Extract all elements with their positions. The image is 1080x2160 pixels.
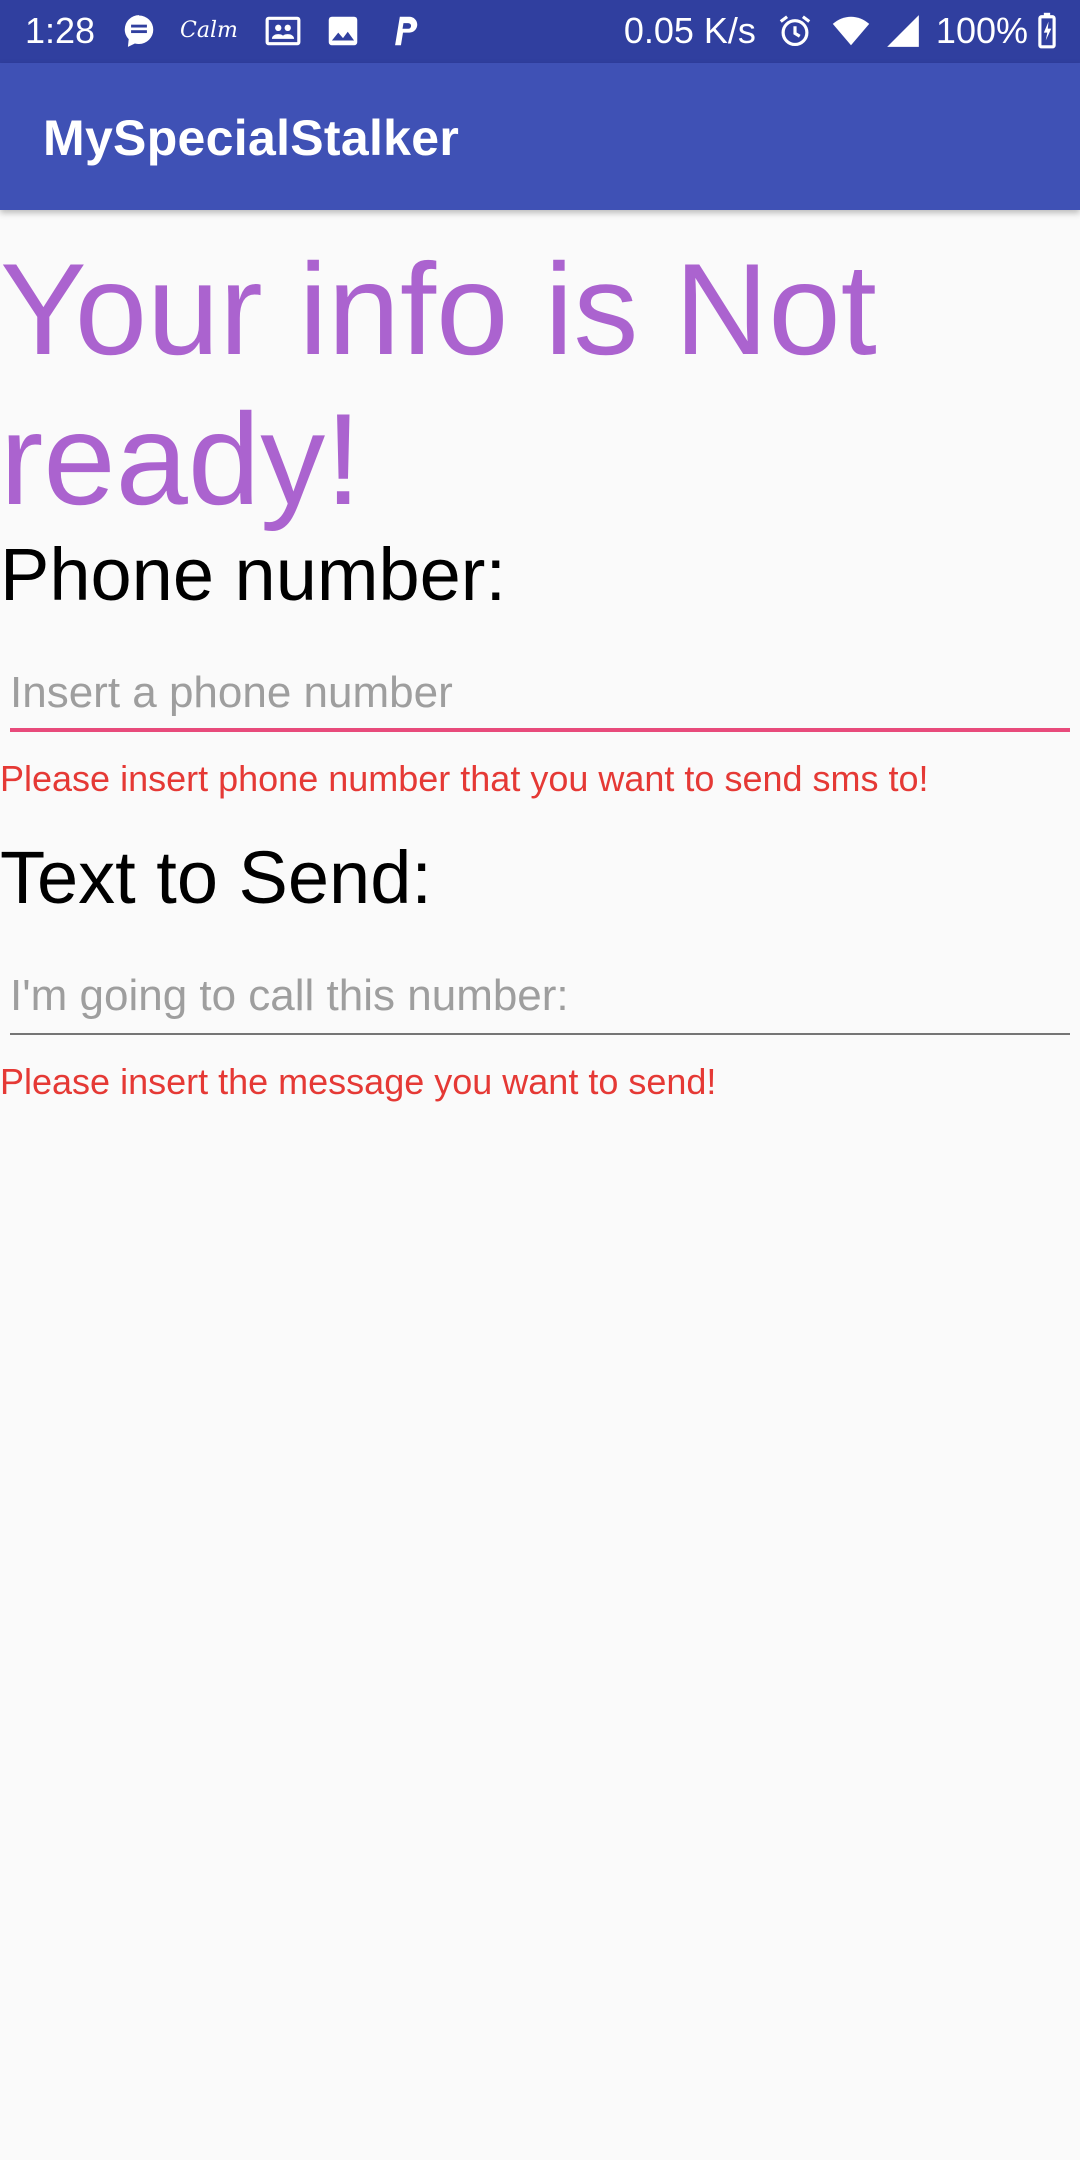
phone-number-error: Please insert phone number that you want…: [0, 758, 929, 799]
calm-app-icon: Calm: [180, 18, 238, 43]
wifi-icon: [832, 12, 870, 50]
message-input[interactable]: [10, 965, 1070, 1027]
notification-icons: Calm: [120, 12, 444, 50]
status-time: 1:28: [25, 10, 96, 51]
chat-bubble-icon: [120, 12, 158, 50]
battery-percent: 100%: [935, 10, 1028, 51]
network-speed: 0.05 K/s: [623, 10, 756, 51]
phone-input-underline: [10, 728, 1070, 732]
app-bar: MySpecialStalker: [0, 63, 1080, 210]
system-indicators: 0.05 K/s 100%: [624, 10, 1058, 52]
paypal-icon: [384, 12, 422, 50]
message-error: Please insert the message you want to se…: [0, 1061, 717, 1102]
message-field[interactable]: [10, 965, 1070, 1035]
image-icon: [324, 12, 362, 50]
phone-number-field[interactable]: [10, 662, 1070, 732]
status-bar: 1:28 Calm 0.05 K/s 100%: [0, 0, 1080, 63]
phone-number-label: Phone number:: [0, 533, 507, 616]
signal-icon: [884, 12, 922, 50]
battery-icon: [1036, 12, 1058, 50]
alarm-icon: [776, 12, 814, 50]
contacts-card-icon: [264, 12, 302, 50]
phone-number-input[interactable]: [10, 662, 1070, 724]
status-headline: Your info is Not ready!: [0, 236, 877, 532]
message-input-underline: [10, 1033, 1070, 1035]
text-to-send-label: Text to Send:: [0, 836, 432, 919]
app-title: MySpecialStalker: [43, 110, 460, 166]
